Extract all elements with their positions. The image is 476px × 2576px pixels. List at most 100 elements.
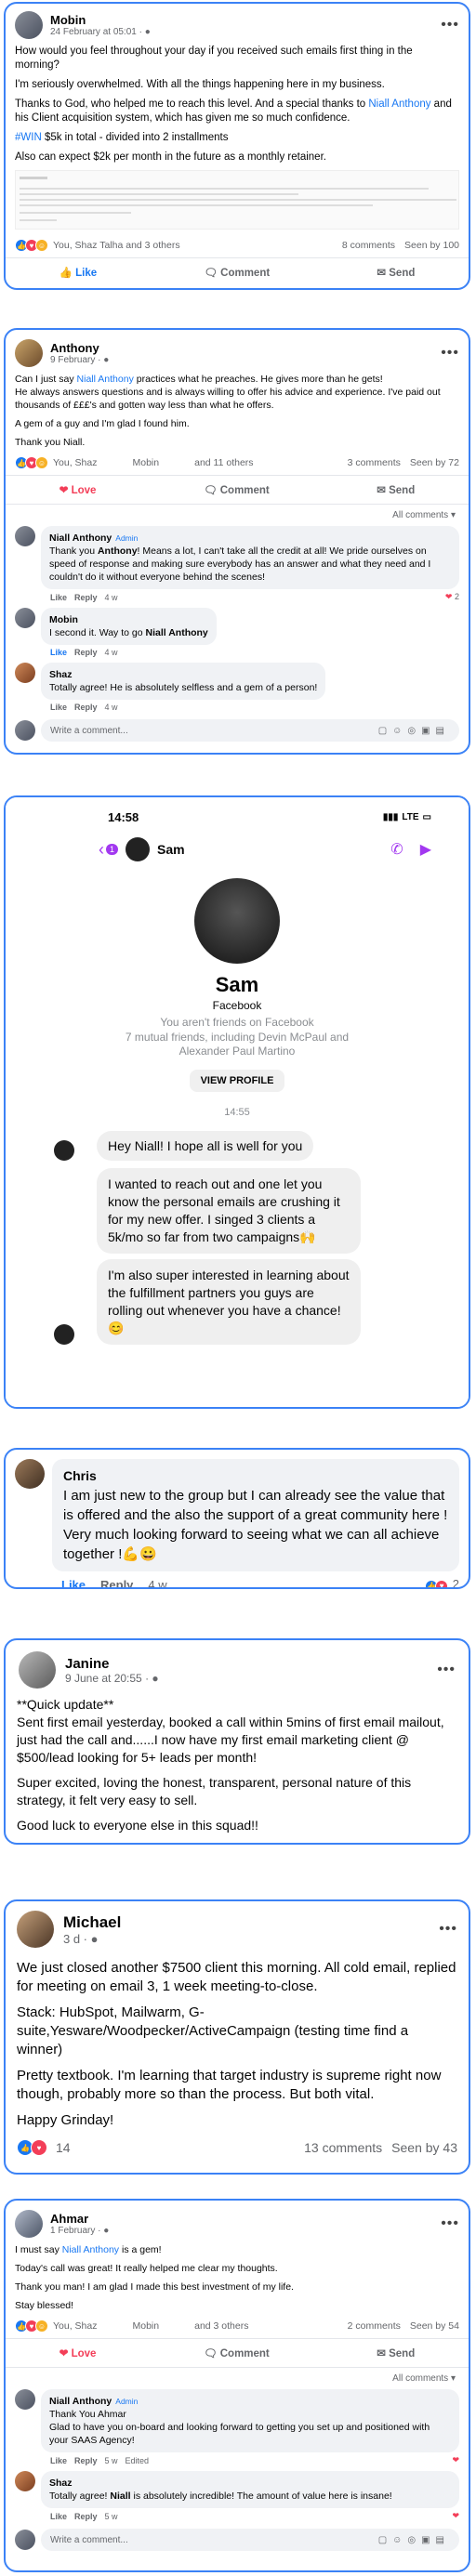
avatar[interactable] (126, 837, 151, 861)
reactions-icons[interactable]: 👍 ♥ ☺ (15, 239, 48, 252)
comment-like-button[interactable]: Like (50, 703, 67, 712)
comments-count[interactable]: 8 comments (342, 240, 395, 251)
commenter-name[interactable]: Shaz (49, 669, 73, 680)
avatar[interactable] (15, 2389, 35, 2410)
avatar[interactable] (15, 663, 35, 683)
mention-link[interactable]: Niall Anthony (368, 99, 430, 110)
love-reaction-icon[interactable]: ❤ (452, 2455, 459, 2465)
chat-name[interactable]: Sam (157, 842, 185, 857)
seen-count[interactable]: Seen by 43 (391, 2140, 457, 2155)
send-button[interactable]: ✉ Send (377, 2339, 415, 2367)
comment-sort-dropdown[interactable]: All comments ▾ (6, 505, 469, 526)
reactors-text[interactable]: and 11 others (194, 457, 253, 468)
send-button[interactable]: ✉ Send (377, 258, 415, 286)
message-bubble[interactable]: Hey Niall! I hope all is well for you (97, 1131, 314, 1161)
back-arrow-icon[interactable]: ‹ (99, 840, 104, 860)
more-options-icon[interactable]: ••• (441, 345, 459, 361)
avatar[interactable] (19, 1651, 56, 1689)
comment-like-button[interactable]: Like (50, 2456, 67, 2465)
reactors-text[interactable]: You, Shaz Talha and 3 others (53, 240, 180, 251)
comment-input[interactable]: Write a comment... ▢☺◎▣▤ (41, 719, 459, 742)
reactors-text[interactable]: You, Shaz (53, 2320, 98, 2332)
post-date[interactable]: 9 June at 20:55 · (65, 1672, 152, 1685)
seen-count[interactable]: Seen by 72 (410, 457, 459, 468)
composer-icons[interactable]: ▢☺◎▣▤ (378, 2535, 450, 2545)
more-options-icon[interactable]: ••• (441, 2215, 459, 2232)
comment-button[interactable]: 🗨 Comment (204, 2339, 270, 2367)
avatar[interactable] (15, 2210, 43, 2238)
seen-count[interactable]: Seen by 100 (404, 240, 459, 251)
reactions-icons[interactable]: 👍 ♥ ☺ (15, 456, 48, 469)
commenter-name[interactable]: Mobin (49, 614, 78, 625)
mention-link[interactable]: Anthony (98, 545, 138, 557)
comment-reply-button[interactable]: Reply (100, 1578, 133, 1587)
author-name[interactable]: Mobin (50, 13, 151, 27)
avatar[interactable] (15, 339, 43, 367)
reaction-count[interactable]: 14 (56, 2140, 71, 2155)
comment-button[interactable]: 🗨 Comment (204, 476, 270, 504)
video-icon[interactable]: ▶ (420, 840, 431, 859)
comment-reply-button[interactable]: Reply (74, 593, 98, 602)
post-date[interactable]: 24 February at 05:01 · (50, 27, 145, 37)
reactions-icons[interactable]: 👍 ♥ (17, 2139, 47, 2156)
comment-button[interactable]: 🗨 Comment (204, 258, 270, 286)
view-profile-button[interactable]: VIEW PROFILE (189, 1070, 285, 1092)
comment-time[interactable]: 4 w (105, 593, 118, 602)
love-button[interactable]: ❤ Love (60, 2339, 97, 2367)
profile-photo[interactable] (194, 878, 280, 964)
avatar[interactable] (15, 1459, 45, 1489)
comment-reply-button[interactable]: Reply (74, 2456, 98, 2465)
mention-link[interactable]: Niall Anthony (62, 2244, 119, 2255)
commenter-name[interactable]: Niall Anthony (49, 532, 112, 544)
comment-reply-button[interactable]: Reply (74, 648, 98, 657)
avatar[interactable] (15, 2471, 35, 2491)
comment-sort-dropdown[interactable]: All comments ▾ (6, 2368, 469, 2389)
love-reaction-icon[interactable]: ❤ (452, 2511, 459, 2521)
more-options-icon[interactable]: ••• (437, 1662, 456, 1678)
reactions-icons[interactable]: 👍 ♥ ☺ (15, 2320, 48, 2333)
post-date[interactable]: 1 February · (50, 2226, 103, 2236)
comment-like-button[interactable]: Like (50, 593, 67, 602)
reactors-text[interactable]: You, Shaz (53, 457, 98, 468)
comment-time[interactable]: 4 w (148, 1578, 166, 1587)
comment-time[interactable]: 5 w (105, 2512, 118, 2521)
comment-time[interactable]: 4 w (105, 703, 118, 712)
reaction-count[interactable]: 👍 ♥ 2 (425, 1577, 459, 1587)
avatar[interactable] (15, 11, 43, 39)
comment-time[interactable]: 5 w (105, 2456, 118, 2465)
comment-like-button[interactable]: Like (50, 2512, 67, 2521)
mention-link[interactable]: Niall Anthony (77, 374, 134, 385)
seen-count[interactable]: Seen by 54 (410, 2320, 459, 2332)
avatar[interactable] (15, 526, 35, 546)
composer-icons[interactable]: ▢☺◎▣▤ (378, 726, 450, 736)
comment-time[interactable]: 4 w (105, 648, 118, 657)
send-button[interactable]: ✉ Send (377, 476, 415, 504)
post-date[interactable]: 9 February · (50, 355, 103, 365)
commenter-name[interactable]: Shaz (49, 2477, 73, 2489)
more-options-icon[interactable]: ••• (439, 1921, 457, 1938)
comment-input[interactable]: Write a comment... ▢☺◎▣▤ (41, 2529, 459, 2551)
avatar[interactable] (15, 608, 35, 628)
author-name[interactable]: Ahmar (50, 2212, 109, 2226)
love-button[interactable]: ❤ Love (60, 476, 97, 504)
like-button[interactable]: 👍 Like (60, 258, 98, 286)
message-bubble[interactable]: I'm also super interested in learning ab… (97, 1259, 361, 1345)
comments-count[interactable]: 13 comments (304, 2140, 382, 2155)
author-name[interactable]: Janine (65, 1656, 159, 1672)
post-date[interactable]: 3 d · (63, 1932, 91, 1946)
hashtag-link[interactable]: #WIN (15, 132, 42, 143)
comments-count[interactable]: 3 comments (348, 457, 401, 468)
comment-reply-button[interactable]: Reply (74, 703, 98, 712)
attached-email-screenshot[interactable] (15, 170, 459, 230)
message-bubble[interactable]: I wanted to reach out and one let you kn… (97, 1168, 361, 1254)
reactors-text[interactable]: and 3 others (194, 2320, 248, 2332)
mention-link[interactable]: Niall (110, 2491, 130, 2502)
comment-like-button[interactable]: Like (50, 648, 67, 657)
author-name[interactable]: Michael (63, 1913, 121, 1932)
mention-link[interactable]: Niall Anthony (146, 627, 208, 638)
commenter-name[interactable]: Niall Anthony (49, 2396, 112, 2407)
commenter-name[interactable]: Chris (63, 1466, 448, 1486)
reaction-count[interactable]: ❤ 2 (445, 592, 459, 602)
comments-count[interactable]: 2 comments (348, 2320, 401, 2332)
comment-reply-button[interactable]: Reply (74, 2512, 98, 2521)
